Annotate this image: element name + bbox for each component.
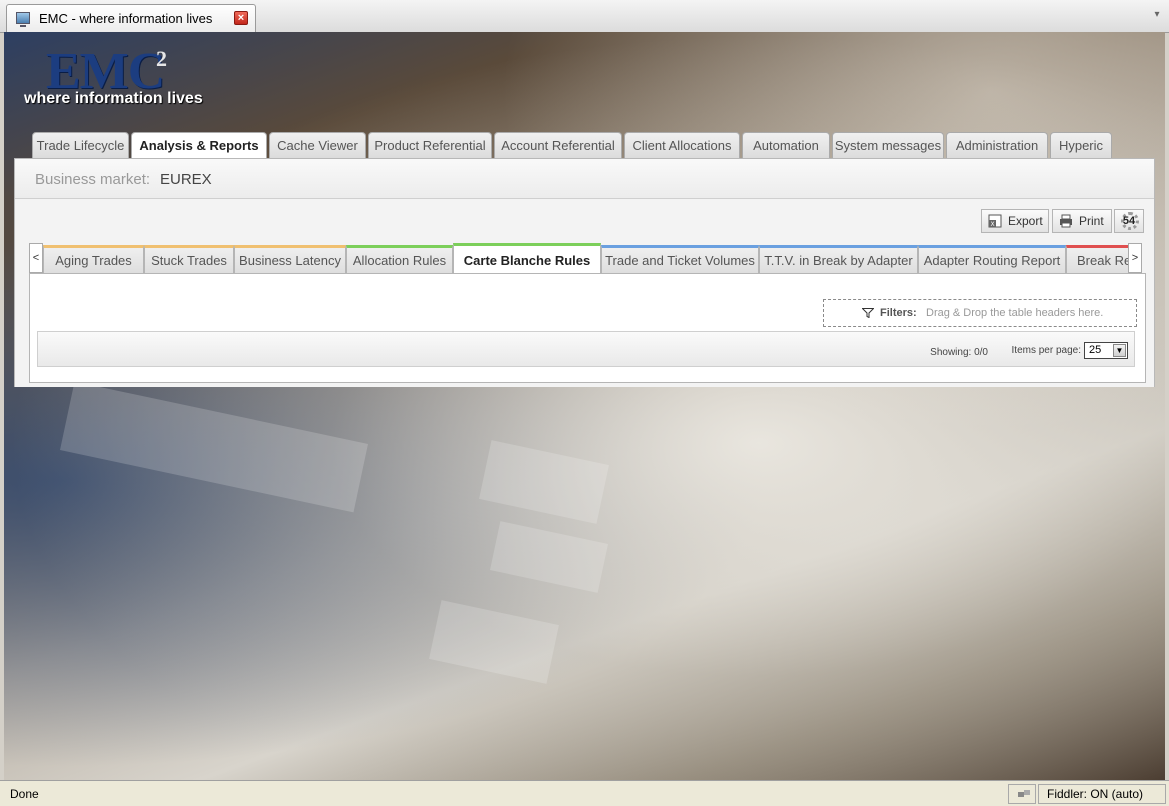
market-label: Business market:: [35, 171, 151, 188]
filters-dropzone[interactable]: Filters: Drag & Drop the table headers h…: [823, 299, 1137, 327]
excel-icon: X: [988, 214, 1002, 228]
items-per-page-value: 25: [1089, 344, 1102, 356]
tab-administration[interactable]: Administration: [946, 132, 1048, 158]
tab-analysis-reports[interactable]: Analysis & Reports: [131, 132, 267, 159]
logo-tagline: where information lives: [24, 90, 203, 107]
filters-label: Filters:: [880, 307, 917, 319]
dropdown-arrow-icon[interactable]: ▼: [1113, 344, 1126, 357]
tab-account-referential[interactable]: Account Referential: [494, 132, 622, 158]
page-background: EMC 2 where information lives Trade Life…: [4, 32, 1165, 780]
showing-count: Showing: 0/0: [930, 347, 988, 358]
background-shape: [479, 440, 609, 524]
subtabs-scroll-left-button[interactable]: <: [29, 243, 43, 273]
subtab-trade-ticket-volumes[interactable]: Trade and Ticket Volumes: [601, 245, 759, 273]
tab-cache-viewer[interactable]: Cache Viewer: [269, 132, 366, 158]
market-bar: Business market: EUREX: [15, 159, 1154, 199]
report-area: X Export Print 54 < Aging Trades Stuck T…: [15, 199, 1154, 387]
monitor-icon: [16, 12, 30, 27]
content-panel: Business market: EUREX X Export Print 54…: [14, 158, 1155, 387]
svg-text:X: X: [991, 221, 995, 228]
tab-automation[interactable]: Automation: [742, 132, 830, 158]
subtab-business-latency[interactable]: Business Latency: [234, 245, 346, 273]
subtab-allocation-rules[interactable]: Allocation Rules: [346, 245, 453, 273]
fiddler-status[interactable]: Fiddler: ON (auto): [1038, 784, 1166, 804]
subtab-break-report[interactable]: Break Repo: [1066, 245, 1128, 273]
filter-icon: [862, 308, 874, 318]
status-security-cell[interactable]: [1008, 784, 1036, 804]
items-per-page-select[interactable]: 25 ▼: [1084, 342, 1128, 359]
tab-trade-lifecycle[interactable]: Trade Lifecycle: [32, 132, 129, 158]
subtab-carte-blanche-rules[interactable]: Carte Blanche Rules: [453, 243, 601, 273]
logo-superscript: 2: [156, 46, 167, 71]
status-bar: Done Fiddler: ON (auto): [0, 780, 1169, 806]
badge-count: 54: [1122, 215, 1136, 227]
tab-system-messages[interactable]: System messages: [832, 132, 944, 158]
tab-client-allocations[interactable]: Client Allocations: [624, 132, 740, 158]
background-shape: [490, 521, 608, 593]
market-value: EUREX: [160, 171, 212, 188]
subtabs-scroll-right-button[interactable]: >: [1128, 243, 1142, 273]
browser-tab-strip: EMC - where information lives × ▾: [0, 0, 1169, 33]
report-tabs: Aging Trades Stuck Trades Business Laten…: [43, 243, 1128, 273]
activity-badge[interactable]: 54: [1114, 209, 1144, 233]
filters-hint: Drag & Drop the table headers here.: [926, 307, 1104, 319]
subtab-aging-trades[interactable]: Aging Trades: [43, 245, 144, 273]
background-shape: [429, 600, 559, 684]
network-icon: [1018, 790, 1030, 797]
tab-product-referential[interactable]: Product Referential: [368, 132, 492, 158]
browser-tab[interactable]: EMC - where information lives ×: [6, 4, 256, 32]
close-tab-icon[interactable]: ×: [234, 11, 248, 25]
printer-icon: [1060, 214, 1072, 228]
items-per-page-label: Items per page:: [1011, 345, 1081, 356]
emc-logo: EMC 2 where information lives: [24, 42, 204, 112]
subtab-ttv-break-by-adapter[interactable]: T.T.V. in Break by Adapter: [759, 245, 918, 273]
chevron-down-icon[interactable]: ▾: [1151, 9, 1163, 21]
print-button[interactable]: Print: [1052, 209, 1112, 233]
grid-pager: Showing: 0/0 Items per page: 25 ▼: [37, 331, 1135, 367]
browser-tab-title: EMC - where information lives: [39, 11, 213, 26]
print-label: Print: [1079, 214, 1104, 228]
subtab-adapter-routing-report[interactable]: Adapter Routing Report: [918, 245, 1066, 273]
carte-blanche-rules-panel: Filters: Drag & Drop the table headers h…: [29, 273, 1146, 383]
subtab-stuck-trades[interactable]: Stuck Trades: [144, 245, 234, 273]
tab-hyperic[interactable]: Hyperic: [1050, 132, 1112, 158]
background-shape: [60, 381, 368, 513]
status-text: Done: [10, 787, 39, 801]
export-button[interactable]: X Export: [981, 209, 1049, 233]
export-label: Export: [1008, 214, 1043, 228]
